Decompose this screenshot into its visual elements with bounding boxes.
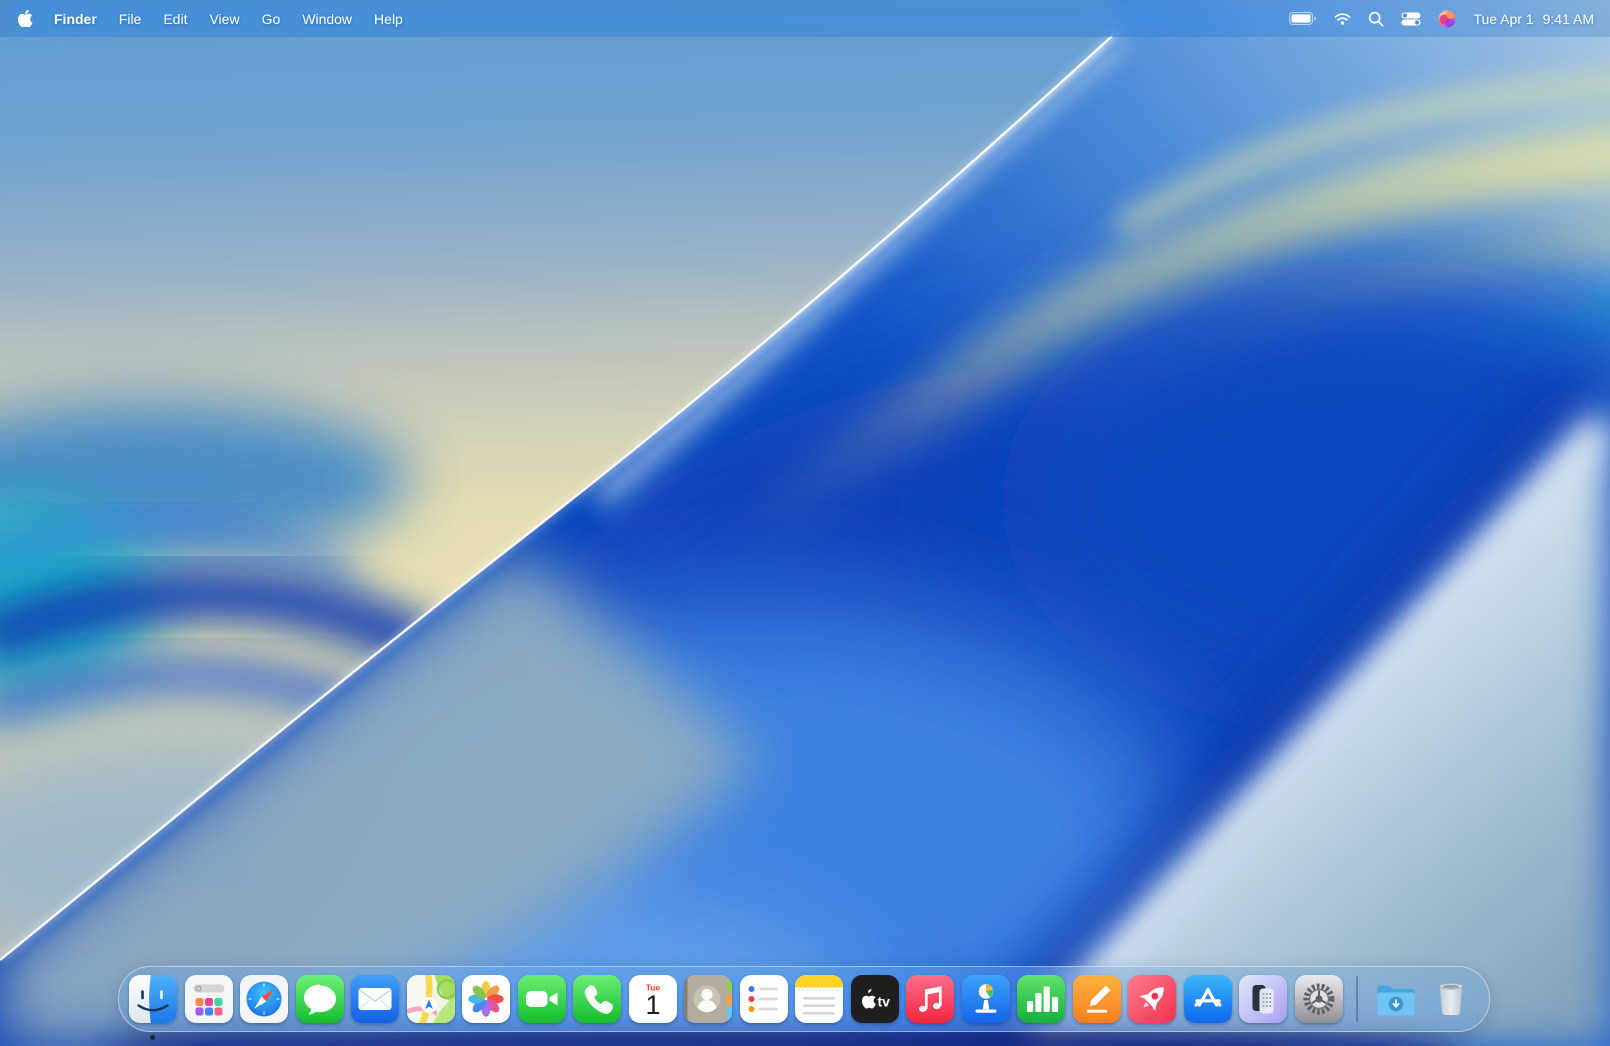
messages-icon bbox=[295, 975, 344, 1023]
dock-item-launchpad[interactable] bbox=[184, 975, 233, 1023]
tv-icon: tv bbox=[850, 975, 899, 1023]
menu-window[interactable]: Window bbox=[291, 0, 363, 37]
dock-item-contacts[interactable] bbox=[684, 975, 732, 1023]
mail-icon bbox=[351, 975, 399, 1023]
app-menus: Finder File Edit View Go Window Help bbox=[43, 0, 414, 37]
dock-item-downloads[interactable] bbox=[1372, 975, 1420, 1023]
dock-item-games[interactable] bbox=[1128, 975, 1176, 1023]
svg-text:tv: tv bbox=[877, 994, 890, 1010]
dock-item-facetime[interactable] bbox=[517, 975, 566, 1023]
dock-item-finder[interactable] bbox=[129, 975, 177, 1023]
launchpad-icon bbox=[184, 975, 233, 1023]
keynote-icon bbox=[961, 975, 1010, 1023]
iphone-mirroring-icon bbox=[1239, 975, 1287, 1023]
menu-help[interactable]: Help bbox=[363, 0, 414, 37]
dock-item-appstore[interactable] bbox=[1183, 975, 1232, 1023]
menu-bar-status-area: Tue Apr 1 9:41 AM bbox=[1289, 0, 1594, 37]
contacts-icon bbox=[684, 975, 732, 1023]
spotlight-search-icon[interactable] bbox=[1368, 0, 1384, 37]
dock-item-notes[interactable] bbox=[795, 975, 843, 1023]
maps-icon bbox=[406, 975, 455, 1023]
control-center-icon[interactable] bbox=[1401, 0, 1421, 37]
svg-text:1: 1 bbox=[645, 990, 660, 1020]
facetime-icon bbox=[517, 975, 566, 1023]
pages-icon bbox=[1072, 975, 1121, 1023]
dock-item-trash[interactable] bbox=[1427, 975, 1475, 1023]
finder-running-indicator bbox=[149, 1035, 155, 1040]
numbers-icon bbox=[1017, 975, 1065, 1023]
dock-item-safari[interactable] bbox=[240, 975, 288, 1023]
dock-item-maps[interactable] bbox=[406, 975, 455, 1023]
dock-item-keynote[interactable] bbox=[961, 975, 1010, 1023]
clock-date: Tue Apr 1 bbox=[1473, 10, 1534, 27]
dock-separator bbox=[1356, 976, 1358, 1022]
dock-item-tv[interactable]: tv bbox=[850, 975, 899, 1023]
games-icon bbox=[1128, 975, 1176, 1023]
menu-bar-clock[interactable]: Tue Apr 1 9:41 AM bbox=[1473, 11, 1594, 27]
dock-item-iphone-mirroring[interactable] bbox=[1239, 975, 1287, 1023]
dock: Tue 1 tv bbox=[118, 966, 1490, 1032]
clock-time: 9:41 AM bbox=[1542, 10, 1594, 27]
status-icons bbox=[1289, 0, 1457, 37]
finder-icon bbox=[129, 975, 177, 1023]
menu-bar: Finder File Edit View Go Window Help Tue Apr 1… bbox=[0, 0, 1610, 37]
battery-icon[interactable] bbox=[1289, 0, 1317, 37]
downloads-icon bbox=[1372, 975, 1420, 1023]
menu-bar-left: Finder File Edit View Go Window Help bbox=[18, 0, 414, 37]
phone-icon bbox=[573, 975, 621, 1023]
menu-file[interactable]: File bbox=[108, 0, 153, 37]
desktop-screen: Finder File Edit View Go Window Help Tue Apr 1… bbox=[0, 0, 1610, 1046]
menu-finder[interactable]: Finder bbox=[43, 0, 108, 37]
appstore-icon bbox=[1183, 975, 1232, 1023]
menu-go[interactable]: Go bbox=[251, 0, 292, 37]
dock-item-pages[interactable] bbox=[1072, 975, 1121, 1023]
dock-item-mail[interactable] bbox=[351, 975, 399, 1023]
dock-item-music[interactable] bbox=[906, 975, 954, 1023]
apple-menu-icon[interactable] bbox=[18, 0, 43, 37]
apple-logo-icon bbox=[18, 10, 33, 27]
trash-icon bbox=[1427, 975, 1475, 1023]
dock-item-reminders[interactable] bbox=[739, 975, 788, 1023]
calendar-icon: Tue 1 bbox=[628, 975, 677, 1023]
dock-item-numbers[interactable] bbox=[1017, 975, 1065, 1023]
menu-view[interactable]: View bbox=[198, 0, 250, 37]
safari-icon bbox=[240, 975, 288, 1023]
siri-icon[interactable] bbox=[1438, 0, 1457, 37]
reminders-icon bbox=[739, 975, 788, 1023]
dock-item-phone[interactable] bbox=[573, 975, 621, 1023]
desktop-wallpaper bbox=[0, 0, 1610, 1046]
dock-item-calendar[interactable]: Tue 1 bbox=[628, 975, 677, 1023]
dock-item-settings[interactable] bbox=[1294, 975, 1343, 1023]
dock-item-messages[interactable] bbox=[295, 975, 344, 1023]
wifi-icon[interactable] bbox=[1334, 0, 1351, 37]
settings-icon bbox=[1294, 975, 1343, 1023]
dock-item-photos[interactable] bbox=[462, 975, 510, 1023]
notes-icon bbox=[795, 975, 843, 1023]
menu-edit[interactable]: Edit bbox=[152, 0, 198, 37]
photos-icon bbox=[462, 975, 510, 1023]
music-icon bbox=[906, 975, 954, 1023]
